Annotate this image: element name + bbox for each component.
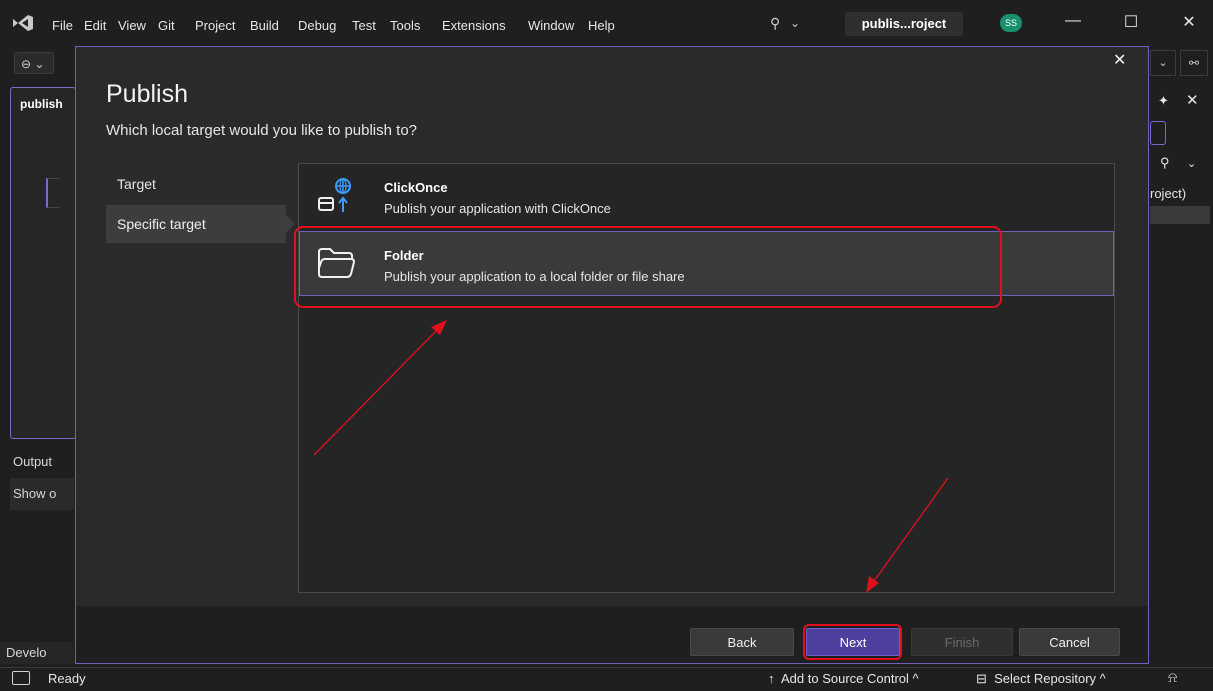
minimize-icon[interactable]: — <box>1062 12 1084 30</box>
search-icon[interactable]: ⚲ <box>1160 155 1170 171</box>
menu-item-view[interactable]: View <box>118 18 146 33</box>
output-tab[interactable]: Output <box>10 450 74 474</box>
output-icon[interactable] <box>12 671 30 685</box>
status-text: Ready <box>48 671 86 686</box>
solution-panel <box>10 87 76 439</box>
add-to-source-control[interactable]: ↑ Add to Source Control ^ <box>768 671 919 686</box>
clickonce-icon <box>318 178 351 212</box>
cancel-button[interactable]: Cancel <box>1019 628 1120 656</box>
project-name-chip[interactable]: publis...roject <box>845 12 963 36</box>
menu-item-help[interactable]: Help <box>588 18 615 33</box>
menu-item-file[interactable]: File <box>52 18 73 33</box>
notification-bell-icon[interactable]: ⍾ <box>1168 669 1177 686</box>
menu-item-project[interactable]: Project <box>195 18 235 33</box>
search-icon[interactable]: ⚲ <box>770 15 780 32</box>
finish-button[interactable]: Finish <box>911 628 1013 656</box>
option-clickonce[interactable] <box>299 164 1114 230</box>
chevron-down-icon[interactable]: ⌄ <box>1150 50 1176 76</box>
nav-step-target[interactable]: Target <box>117 176 156 192</box>
navigate-back-icon[interactable]: ⊖ ⌄ <box>14 52 54 74</box>
menu-item-edit[interactable]: Edit <box>84 18 106 33</box>
menu-item-tools[interactable]: Tools <box>390 18 420 33</box>
nav-step-pointer <box>286 215 295 233</box>
selected-tree-row[interactable] <box>1150 206 1210 224</box>
visual-studio-logo-icon[interactable] <box>12 14 34 32</box>
output-source-dropdown[interactable]: Show o <box>10 478 74 510</box>
option-description: Publish your application with ClickOnce <box>384 201 611 216</box>
developer-powershell-tab[interactable]: Develo <box>0 642 74 664</box>
dialog-subtitle: Which local target would you like to pub… <box>106 122 418 139</box>
source-control-label: Add to Source Control <box>781 671 909 686</box>
close-window-icon[interactable]: ✕ <box>1178 12 1200 32</box>
nav-step-specific-target[interactable]: Specific target <box>106 205 286 243</box>
arrow-up-icon: ↑ <box>768 671 775 686</box>
highlight-next-button <box>803 624 902 660</box>
highlight-folder-option <box>294 226 1002 308</box>
pin-icon[interactable]: ✦ <box>1158 93 1169 109</box>
menu-item-build[interactable]: Build <box>250 18 279 33</box>
panel-option-button[interactable] <box>1150 121 1166 145</box>
select-repository[interactable]: ⊟ Select Repository ^ <box>976 671 1106 687</box>
panel-title: publish <box>20 97 63 111</box>
menu-item-debug[interactable]: Debug <box>298 18 336 33</box>
menu-item-window[interactable]: Window <box>528 18 574 33</box>
back-button[interactable]: Back <box>690 628 794 656</box>
chevron-down-icon[interactable]: ⌄ <box>1187 157 1196 170</box>
repository-icon: ⊟ <box>976 671 987 686</box>
close-icon[interactable]: ✕ <box>1113 50 1126 70</box>
menu-item-test[interactable]: Test <box>352 18 376 33</box>
option-title: ClickOnce <box>384 180 448 195</box>
menu-item-git[interactable]: Git <box>158 18 175 33</box>
maximize-icon[interactable]: ☐ <box>1120 12 1142 32</box>
chevron-up-icon: ^ <box>912 671 919 686</box>
dialog-title: Publish <box>106 80 188 108</box>
avatar[interactable]: SS <box>1000 14 1022 32</box>
live-share-icon[interactable]: ⚯ <box>1180 50 1208 76</box>
solution-explorer-project[interactable]: roject) <box>1150 186 1186 201</box>
panel-selection-mark <box>46 178 60 208</box>
chevron-up-icon: ^ <box>1099 671 1106 686</box>
chevron-down-icon[interactable]: ⌄ <box>790 16 800 30</box>
menu-item-extensions[interactable]: Extensions <box>442 18 506 33</box>
repository-label: Select Repository <box>994 671 1097 686</box>
close-icon[interactable]: ✕ <box>1186 91 1199 109</box>
